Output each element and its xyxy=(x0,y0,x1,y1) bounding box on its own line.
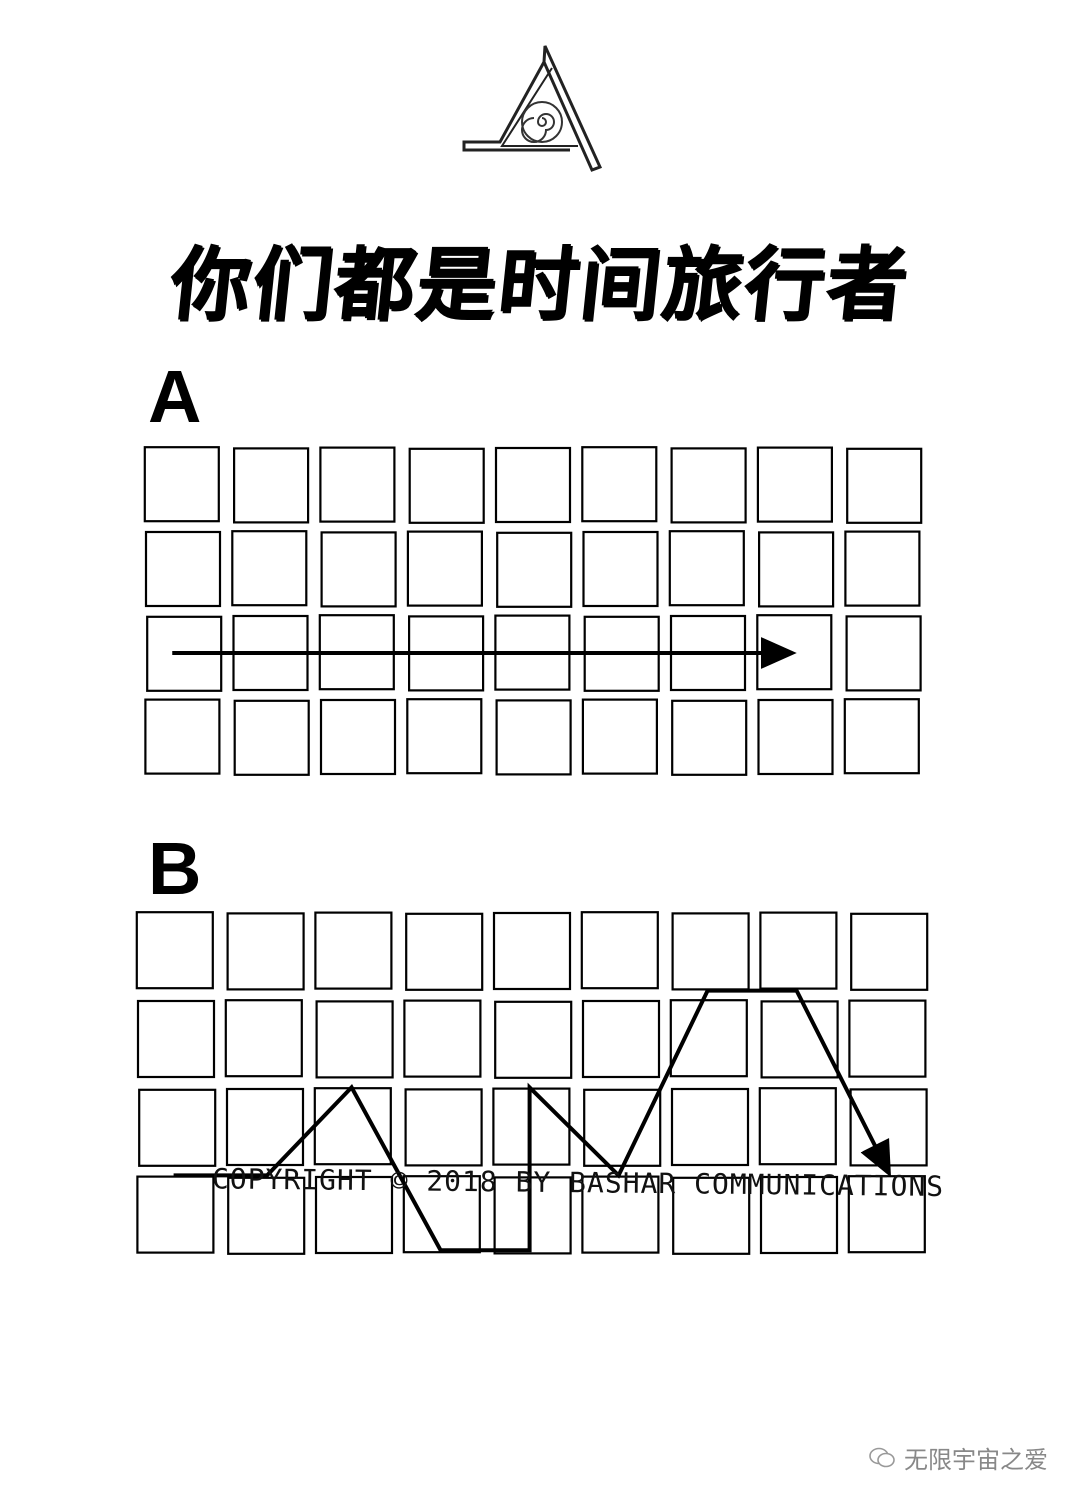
grid-cell xyxy=(320,531,397,608)
grid-cell xyxy=(580,911,659,990)
grid-cell xyxy=(136,1175,215,1254)
grid-cell xyxy=(231,530,308,607)
grid-cell xyxy=(144,530,222,608)
timeline-grid-b xyxy=(135,911,929,1255)
grid-cell xyxy=(671,912,750,991)
grid-cell xyxy=(844,530,921,607)
grid-cell xyxy=(850,912,929,991)
grid-cell xyxy=(494,446,572,524)
panel-b-label: B xyxy=(148,827,202,910)
grid-cell xyxy=(670,447,747,524)
timeline-grid-a xyxy=(143,446,923,776)
grid-cell xyxy=(405,912,484,991)
bashar-triangle-logo xyxy=(462,45,603,172)
grid-cell xyxy=(760,1000,839,1079)
grid-cell xyxy=(233,699,310,776)
grid-cell xyxy=(670,1087,750,1167)
grid-cell xyxy=(319,698,397,776)
grid-cell xyxy=(315,1000,394,1079)
grid-cell xyxy=(408,447,485,524)
grid-cell xyxy=(848,999,927,1078)
grid-cell xyxy=(494,1000,573,1079)
grid-cell xyxy=(495,699,572,776)
grid-cell xyxy=(758,1087,837,1166)
grid-cell xyxy=(671,699,748,776)
grid-cell xyxy=(406,530,483,607)
grid-cell xyxy=(492,911,572,991)
page-title: 你们都是时间旅行者 xyxy=(165,238,914,331)
grid-cell xyxy=(225,1087,305,1167)
grid-cell xyxy=(756,446,834,523)
grid-cell xyxy=(846,447,923,524)
grid-cell xyxy=(406,698,483,775)
timeline-arrow xyxy=(173,988,892,1253)
grid-cell xyxy=(757,531,835,608)
grid-cell xyxy=(403,999,482,1078)
grid-cell xyxy=(226,912,305,991)
grid-cell xyxy=(135,911,214,990)
grid-cell xyxy=(581,698,659,775)
watermark-text: 无限宇宙之爱 xyxy=(904,1446,1048,1474)
grid-cell xyxy=(496,531,573,608)
grid-cell xyxy=(581,446,658,523)
panel-a-label: A xyxy=(148,355,202,438)
wechat-icon xyxy=(869,1447,895,1467)
grid-cell xyxy=(136,999,216,1079)
grid-cell xyxy=(759,911,838,990)
grid-cell xyxy=(233,447,310,524)
grid-cell xyxy=(581,999,661,1079)
grid-cell xyxy=(849,1088,928,1167)
grid-cell xyxy=(668,530,745,607)
grid-cell xyxy=(143,446,220,523)
grid-cell xyxy=(313,1087,392,1166)
source-watermark: 无限宇宙之爱 xyxy=(868,1440,1048,1475)
grid-cell xyxy=(404,1088,483,1167)
grid-cell xyxy=(224,999,303,1078)
grid-cell xyxy=(669,999,748,1078)
grid-cell xyxy=(314,911,393,990)
grid-cell xyxy=(582,530,659,608)
grid-cell xyxy=(144,698,221,775)
grid-cell xyxy=(138,1088,217,1167)
grid-cell xyxy=(845,615,922,692)
grid-cell xyxy=(757,698,834,776)
grid-cell xyxy=(843,698,920,775)
grid-cell xyxy=(319,446,396,523)
